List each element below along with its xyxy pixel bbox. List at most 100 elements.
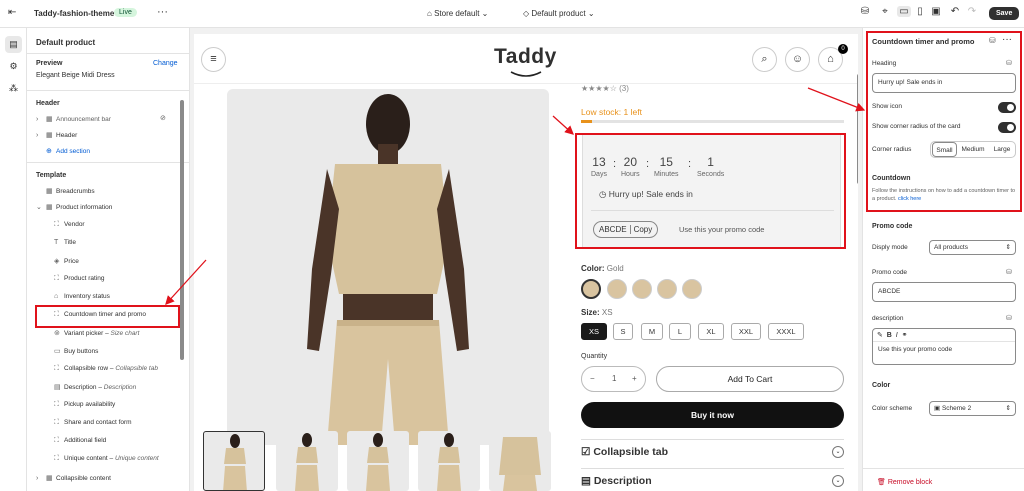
quantity-value[interactable]: 1 [612,374,616,383]
desktop-view-icon[interactable]: ▭ [897,6,911,17]
color-swatch-3[interactable] [632,279,652,299]
color-swatch-1[interactable] [581,279,601,299]
fullscreen-view-icon[interactable]: ▣ [929,6,943,17]
dynamic-source-icon[interactable]: ⛁ [1006,314,1012,322]
block-vendor[interactable]: ⛶ Vendor [54,221,85,229]
sidebar-item-label: Announcement bar [56,116,111,123]
sidebar-item-announcement-bar[interactable]: › ▦ Announcement bar [36,115,111,123]
sidebar-item-breadcrumbs[interactable]: ▦ Breadcrumbs [46,187,95,195]
sections-icon[interactable]: ▤ [5,36,22,53]
display-mode-value: All products [934,244,968,251]
thumbnail-1[interactable] [203,431,265,491]
store-selector[interactable]: ⌂ Store default ⌄ [427,9,488,18]
block-title[interactable]: T Title [54,239,76,246]
database-icon[interactable]: ⛁ [858,6,872,17]
sidebar-scrollbar[interactable] [180,100,184,360]
sidebar-item-label: Collapsible content [56,475,111,482]
undo-icon[interactable]: ↶ [948,6,962,17]
description-editor[interactable]: ✎ B I ⚭ Use this your promo code [872,328,1016,365]
remove-block-button[interactable]: 🗑 Remove block [877,478,932,486]
italic-icon[interactable]: I [896,332,898,339]
chevron-down-icon: ⌄ [585,9,595,18]
redo-icon[interactable]: ↷ [965,6,979,17]
more-actions-icon[interactable]: ··· [157,6,168,18]
thumbnail-4[interactable] [418,431,480,491]
preview-scrollbar[interactable] [857,74,858,184]
chevron-down-icon: ⌄ [832,446,844,458]
size-option-xxxl[interactable]: XXXL [768,323,804,340]
save-button[interactable]: Save [989,7,1020,20]
description-text[interactable]: Use this your promo code [873,342,1015,357]
inspect-icon[interactable]: ⌖ [878,6,892,17]
color-swatch-4[interactable] [657,279,677,299]
block-inventory-status[interactable]: ⌂ Inventory status [54,293,110,300]
sidebar-item-product-information[interactable]: ⌄ ▦ Product information [36,203,112,211]
plus-circle-icon: ⊕ [46,148,52,155]
sidebar-item-collapsible-content[interactable]: › ▦ Collapsible content [36,474,111,482]
store-header: ≡ Taddy ⌕ ☺ ⌂ 0 [194,34,858,84]
quantity-plus-button[interactable]: + [632,374,637,383]
store-selector-label: Store default [434,9,480,18]
header-section-title: Header [36,100,60,107]
mobile-view-icon[interactable]: ▯ [913,6,927,17]
size-option-xs[interactable]: XS [581,323,607,340]
search-icon[interactable]: ⌕ [752,47,777,72]
block-unique-content[interactable]: ⛶ Unique content – Unique content [54,455,159,463]
block-additional-field[interactable]: ⛶ Additional field [54,437,106,445]
size-option-xl[interactable]: XL [698,323,724,340]
add-section-button[interactable]: ⊕ Add section [46,147,90,155]
top-bar: ⇤ Taddy-fashion-theme Live ··· ⌂ Store d… [0,0,1024,28]
block-buy-buttons[interactable]: ▭ Buy buttons [54,347,98,355]
buy-now-button[interactable]: Buy it now [581,402,844,428]
block-collapsible-row[interactable]: ⛶ Collapsible row – Collapsible tab [54,365,158,373]
template-section-title: Template [36,172,67,179]
display-mode-select[interactable]: All products ⇕ [929,240,1016,255]
promo-code-label: Promo code [872,269,908,276]
account-icon[interactable]: ☺ [785,47,810,72]
exit-icon[interactable]: ⇤ [8,7,16,18]
change-link[interactable]: Change [153,60,178,67]
display-mode-label: Disply mode [872,244,908,251]
color-scheme-select[interactable]: ▣ Scheme 2 ⇕ [929,401,1016,416]
hidden-eye-icon[interactable]: ⊘ [160,114,166,122]
promo-code-input[interactable]: ABCDE [872,282,1016,302]
block-product-rating[interactable]: ⛶ Product rating [54,275,104,283]
block-description[interactable]: ▤ Description – Description [54,383,136,391]
store-logo[interactable]: Taddy [494,45,557,69]
size-option-xxl[interactable]: XXL [731,323,761,340]
block-pickup-availability[interactable]: ⛶ Pickup availability [54,401,115,409]
add-to-cart-button[interactable]: Add To Cart [656,366,844,392]
quantity-stepper[interactable]: − 1 + [581,366,646,392]
size-option-l[interactable]: L [669,323,691,340]
collapsible-tab-row[interactable]: ☑ Collapsible tab ⌄ [581,439,844,463]
link-icon[interactable]: ⚭ [902,332,908,339]
size-option-m[interactable]: M [641,323,663,340]
template-selector[interactable]: ◇ Default product ⌄ [523,9,595,18]
color-swatch-2[interactable] [607,279,627,299]
bold-icon[interactable]: B [887,332,892,339]
size-option-s[interactable]: S [613,323,633,340]
dynamic-source-icon[interactable]: ⛁ [1006,268,1012,276]
color-value: Gold [606,264,624,273]
thumbnail-5[interactable] [489,431,551,491]
block-label: Unique content [64,455,108,462]
magic-icon[interactable]: ✎ [877,332,883,339]
price-tag-icon: ◈ [54,258,60,265]
color-swatch-5[interactable] [682,279,702,299]
description-tab-row[interactable]: ▤ Description ⌄ [581,468,844,491]
thumbnail-3[interactable] [347,431,409,491]
logo-smile-icon [510,71,542,77]
block-share-and-contact-form[interactable]: ⛶ Share and contact form [54,419,132,427]
section-icon: ▦ [46,204,53,211]
stock-progress-bar [581,120,844,123]
thumbnail-2[interactable] [276,431,338,491]
settings-gear-icon[interactable]: ⚙ [5,58,22,75]
block-price[interactable]: ◈ Price [54,257,79,265]
sidebar-item-header[interactable]: › ▦ Header [36,131,77,139]
main-product-image[interactable] [227,89,549,445]
apps-icon[interactable]: ⁂ [5,80,22,97]
sections-sidebar: Default product Preview Change Elegant B… [27,28,190,491]
block-variant-picker[interactable]: ⊚ Variant picker – Size chart [54,329,139,337]
hamburger-menu-icon[interactable]: ≡ [201,47,226,72]
quantity-minus-button[interactable]: − [590,374,595,383]
